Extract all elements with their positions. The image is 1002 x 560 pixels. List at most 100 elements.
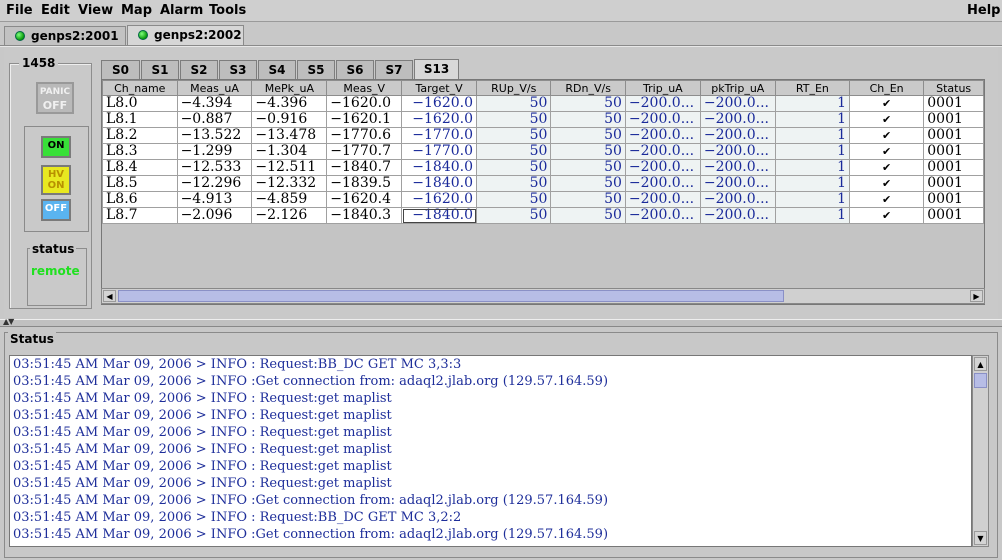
tab-s13[interactable]: S13 [414,59,459,80]
column-header[interactable]: Ch_En [848,80,925,96]
table-cell[interactable]: 0001 [923,175,984,192]
table-cell[interactable]: 0001 [923,207,984,224]
column-header[interactable]: Target_V [401,80,477,96]
table-cell[interactable]: 50 [550,95,626,112]
channel-enable-checkbox[interactable]: ✔ [848,127,925,144]
scroll-down-icon[interactable]: ▼ [974,531,987,545]
table-cell[interactable]: 1 [774,111,851,128]
table-cell[interactable]: −200.0... [624,159,701,176]
table-cell[interactable]: 50 [475,175,552,192]
table-cell[interactable]: −200.0... [624,95,701,112]
table-cell[interactable]: 0001 [923,191,984,208]
collapse-arrows-icon[interactable]: ▲▼ [3,317,14,326]
scroll-left-icon[interactable]: ◀ [103,290,116,302]
table-row[interactable]: L8.5 −12.296 −12.332 −1839.5 −1840.0 50 50 −200… [102,175,984,192]
menu-edit[interactable]: Edit [41,3,70,18]
table-cell[interactable]: 0001 [923,95,984,112]
table-cell[interactable]: 1 [774,95,851,112]
channel-enable-checkbox[interactable]: ✔ [848,111,925,128]
table-cell[interactable]: −1770.0 [401,127,477,144]
tab-s5[interactable]: S5 [297,60,335,79]
scroll-right-icon[interactable]: ▶ [970,290,983,302]
tab-s4[interactable]: S4 [258,60,296,79]
table-cell[interactable]: −200.0... [699,95,776,112]
table-cell[interactable]: −1620.0 [401,191,477,208]
table-cell[interactable]: 0001 [923,127,984,144]
channel-enable-checkbox[interactable]: ✔ [848,191,925,208]
table-cell[interactable]: −200.0... [624,127,701,144]
connection-tab-genps2-2001[interactable]: genps2:2001 [4,26,126,45]
scroll-up-icon[interactable]: ▲ [974,357,987,371]
channel-enable-checkbox[interactable]: ✔ [848,159,925,176]
table-row[interactable]: L8.7 −2.096 −2.126 −1840.3 −1840.0 50 50 −200.0… [102,207,984,224]
column-header[interactable]: RUp_V/s [475,80,552,96]
column-header[interactable]: MePk_uA [251,80,328,96]
column-header[interactable]: RDn_V/s [550,80,626,96]
column-header[interactable]: Meas_V [326,80,403,96]
column-header[interactable]: RT_En [774,80,851,96]
table-cell[interactable]: 50 [550,111,626,128]
table-cell[interactable]: −200.0... [699,159,776,176]
column-header[interactable]: pkTrip_uA [699,80,776,96]
column-header[interactable]: Status [923,80,984,96]
table-cell[interactable]: 1 [774,143,851,160]
table-cell[interactable]: −200.0... [699,191,776,208]
channel-enable-checkbox[interactable]: ✔ [848,95,925,112]
table-cell[interactable]: 50 [550,143,626,160]
table-cell[interactable]: −200.0... [624,143,701,160]
table-cell[interactable]: 1 [774,175,851,192]
table-cell[interactable]: 50 [475,127,552,144]
table-cell[interactable]: 50 [475,111,552,128]
scrollbar-thumb[interactable] [974,373,987,388]
table-cell[interactable]: −200.0... [699,143,776,160]
menu-view[interactable]: View [78,3,113,18]
table-cell[interactable]: −1840.0 [401,175,477,192]
channel-enable-checkbox[interactable]: ✔ [848,143,925,160]
table-cell[interactable]: 50 [550,159,626,176]
table-cell[interactable]: −200.0... [624,111,701,128]
table-row[interactable]: L8.4 −12.533 −12.511 −1840.7 −1840.0 50 50 −200… [102,159,984,176]
off-button[interactable]: OFF [41,199,71,221]
channel-enable-checkbox[interactable]: ✔ [848,175,925,192]
table-cell[interactable]: 50 [550,191,626,208]
tab-s1[interactable]: S1 [141,60,179,79]
table-cell[interactable]: 50 [550,127,626,144]
menu-alarm[interactable]: Alarm [160,3,203,18]
menu-file[interactable]: File [6,3,33,18]
table-cell[interactable]: 0001 [923,143,984,160]
table-cell[interactable]: 50 [550,175,626,192]
table-cell[interactable]: 0001 [923,111,984,128]
table-cell[interactable]: 50 [475,95,552,112]
table-row[interactable]: L8.3 −1.299 −1.304 −1770.7 −1770.0 50 50 −200.0… [102,143,984,160]
connection-tab-genps2-2002[interactable]: genps2:2002 [127,25,244,46]
split-pane-divider[interactable]: ▲▼ [0,317,1002,327]
table-cell[interactable]: 1 [774,127,851,144]
menu-map[interactable]: Map [121,3,152,18]
tab-s6[interactable]: S6 [336,60,374,79]
table-cell[interactable]: 1 [774,191,851,208]
column-header[interactable]: Ch_name [102,80,178,96]
panic-off-button[interactable]: PANIC OFF [36,82,74,114]
table-cell[interactable]: −1840.0 [401,159,477,176]
channel-enable-checkbox[interactable]: ✔ [848,207,925,224]
table-row[interactable]: L8.1 −0.887 −0.916 −1620.1 −1620.0 50 50 −200.0… [102,111,984,128]
menu-tools[interactable]: Tools [209,3,246,18]
table-cell[interactable]: −200.0... [699,175,776,192]
table-cell[interactable]: −1620.0 [401,111,477,128]
column-header[interactable]: Meas_uA [176,80,253,96]
table-cell[interactable]: −200.0... [699,111,776,128]
table-cell[interactable]: −200.0... [624,191,701,208]
column-header[interactable]: Trip_uA [624,80,701,96]
hv-on-button[interactable]: HV ON [41,165,71,195]
table-row[interactable]: L8.0 −4.394 −4.396 −1620.0 −1620.0 50 50 −200.0… [102,95,984,112]
table-cell[interactable]: −1620.0 [401,95,477,112]
table-row[interactable]: L8.2 −13.522 −13.478 −1770.6 −1770.0 50 50 −200… [102,127,984,144]
table-cell[interactable]: 50 [475,143,552,160]
table-cell[interactable]: 1 [774,159,851,176]
table-horizontal-scrollbar[interactable]: ◀ ▶ [101,288,985,304]
tab-s7[interactable]: S7 [375,60,413,79]
tab-s0[interactable]: S0 [101,60,140,79]
tab-s2[interactable]: S2 [180,60,218,79]
menu-help[interactable]: Help [967,3,1000,18]
table-cell[interactable]: −200.0... [624,175,701,192]
